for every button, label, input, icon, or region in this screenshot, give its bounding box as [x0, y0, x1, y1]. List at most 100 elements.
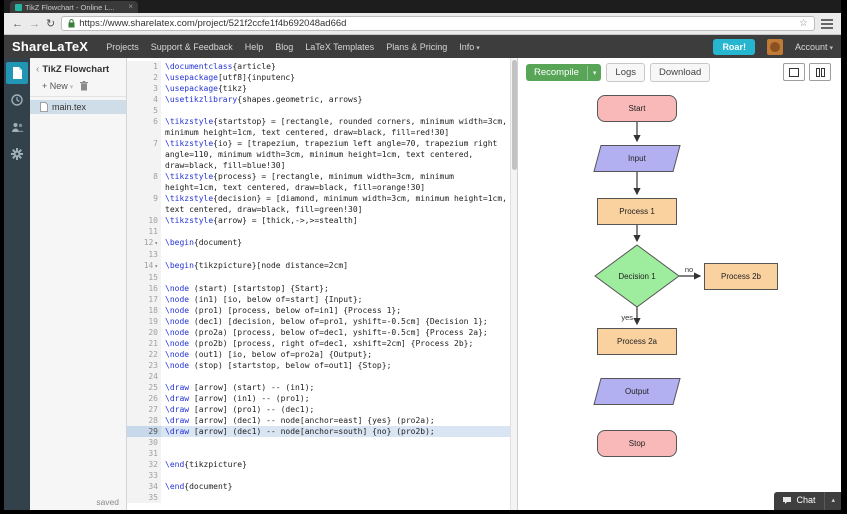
code-line-23[interactable]: 23 \node (stop) [startstop, below of=out1… — [127, 360, 517, 371]
nav-help[interactable]: Help — [245, 42, 264, 52]
recompile-button[interactable]: Recompile ▾ — [526, 64, 602, 81]
code-text: \draw [arrow] (in1) -- (pro1); — [165, 394, 310, 403]
chat-button[interactable]: Chat — [774, 492, 825, 510]
chevron-left-icon[interactable]: ‹ — [36, 64, 39, 75]
browser-window: TikZ Flowchart - Online L... × ← → ↻ htt… — [4, 0, 841, 510]
bookmark-star-icon[interactable]: ☆ — [799, 18, 808, 29]
code-line-3[interactable]: 3 \usepackage{tikz} — [127, 83, 517, 94]
nav-latex-templates[interactable]: LaTeX Templates — [305, 42, 374, 52]
split-view-icon — [815, 67, 820, 77]
file-name: main.tex — [52, 102, 87, 112]
sidebar-item-collaborators[interactable] — [6, 116, 28, 138]
code-line-13[interactable]: 13 — [127, 249, 517, 260]
code-line-4[interactable]: 4 \usetikzlibrary{shapes.geometric, arrow… — [127, 94, 517, 105]
code-line-8[interactable]: 8 \tikzstyle{process} = [rectangle, minim… — [127, 171, 517, 193]
code-line-5[interactable]: 5 — [127, 105, 517, 116]
forward-icon[interactable]: → — [29, 18, 40, 30]
code-line-7[interactable]: 7 \tikzstyle{io} = [trapezium, trapezium … — [127, 138, 517, 171]
code-line-1[interactable]: 1 \documentclass{article} — [127, 61, 517, 72]
chevron-down-icon: ▾ — [476, 44, 480, 52]
nav-plans-pricing[interactable]: Plans & Pricing — [386, 42, 447, 52]
tab-close-icon[interactable]: × — [128, 3, 133, 11]
edge-label-yes: yes — [621, 313, 633, 322]
code-line-28[interactable]: 28 \draw [arrow] (dec1) -- node[anchor=ea… — [127, 415, 517, 426]
url-bar[interactable]: https://www.sharelatex.com/project/521f2… — [61, 16, 815, 31]
download-button[interactable]: Download — [650, 63, 711, 82]
code-line-21[interactable]: 21 \node (pro2b) [process, right of=dec1,… — [127, 338, 517, 349]
code-line-33[interactable]: 33 — [127, 470, 517, 481]
account-menu[interactable]: Account ▾ — [795, 42, 833, 52]
browser-menu-icon[interactable] — [821, 22, 833, 25]
line-number: 20 — [127, 327, 161, 338]
new-file-button[interactable]: + New ▾ — [42, 81, 73, 91]
sidebar-item-settings[interactable] — [6, 143, 28, 165]
roar-button[interactable]: Roar! — [713, 38, 755, 55]
flowchart-node-process2b: Process 2b — [704, 263, 778, 290]
code-line-26[interactable]: 26 \draw [arrow] (in1) -- (pro1); — [127, 393, 517, 404]
code-line-10[interactable]: 10 \tikzstyle{arrow} = [thick,->,>=stealt… — [127, 215, 517, 226]
full-view-button[interactable] — [783, 63, 805, 81]
trash-icon[interactable] — [80, 81, 89, 91]
chat-collapse-button[interactable]: ▴ — [824, 492, 841, 510]
code-line-9[interactable]: 9 \tikzstyle{decision} = [diamond, minimu… — [127, 193, 517, 215]
file-item-main-tex[interactable]: main.tex — [30, 100, 126, 114]
line-number: 29 — [127, 426, 161, 437]
nav-projects[interactable]: Projects — [106, 42, 139, 52]
nav-info[interactable]: Info ▾ — [459, 42, 480, 52]
code-line-25[interactable]: 25 \draw [arrow] (start) -- (in1); — [127, 382, 517, 393]
code-line-31[interactable]: 31 — [127, 448, 517, 459]
code-text: \node (dec1) [decision, below of=pro1, y… — [165, 317, 488, 326]
editor-scrollbar[interactable] — [510, 58, 517, 510]
code-text: \end{tikzpicture} — [165, 460, 247, 469]
chat-bubble-icon — [783, 496, 792, 504]
code-line-30[interactable]: 30 — [127, 437, 517, 448]
nav-support-feedback[interactable]: Support & Feedback — [151, 42, 233, 52]
code-line-19[interactable]: 19 \node (dec1) [decision, below of=pro1,… — [127, 316, 517, 327]
line-number: 10 — [127, 215, 161, 226]
code-line-22[interactable]: 22 \node (out1) [io, below of=pro2a] {Out… — [127, 349, 517, 360]
code-text: \node (pro2b) [process, right of=dec1, x… — [165, 339, 474, 348]
brand-logo[interactable]: ShareLaTeX — [12, 39, 88, 54]
code-line-20[interactable]: 20 \node (pro2a) [process, below of=dec1,… — [127, 327, 517, 338]
sidebar-item-files[interactable] — [6, 62, 28, 84]
code-line-14[interactable]: 14▾ \begin{tikzpicture}[node distance=2cm… — [127, 260, 517, 272]
code-line-32[interactable]: 32 \end{tikzpicture} — [127, 459, 517, 470]
code-line-18[interactable]: 18 \node (pro1) [process, below of=in1] {… — [127, 305, 517, 316]
recompile-dropdown-icon[interactable]: ▾ — [586, 65, 602, 80]
code-line-16[interactable]: 16 \node (start) [startstop] {Start}; — [127, 283, 517, 294]
app-navbar: ShareLaTeX Projects Support & Feedback H… — [4, 35, 841, 58]
sidebar-item-history[interactable] — [6, 89, 28, 111]
line-number: 21 — [127, 338, 161, 349]
refresh-icon[interactable]: ↻ — [46, 18, 55, 30]
line-number: 17 — [127, 294, 161, 305]
code-line-29[interactable]: 29 \draw [arrow] (dec1) -- node[anchor=so… — [127, 426, 517, 437]
document-icon — [12, 67, 22, 79]
code-text: \node (in1) [io, below of=start] {Input}… — [165, 295, 363, 304]
logs-button[interactable]: Logs — [606, 63, 646, 82]
avatar[interactable] — [766, 38, 783, 55]
code-line-11[interactable]: 11 — [127, 226, 517, 237]
line-number: 2 — [127, 72, 161, 83]
nav-blog[interactable]: Blog — [275, 42, 293, 52]
flowchart-node-process2a: Process 2a — [597, 328, 677, 355]
code-line-6[interactable]: 6 \tikzstyle{startstop} = [rectangle, rou… — [127, 116, 517, 138]
browser-tabstrip: TikZ Flowchart - Online L... × — [4, 0, 841, 13]
code-line-35[interactable]: 35 — [127, 492, 517, 503]
code-text: \node (start) [startstop] {Start}; — [165, 284, 329, 293]
code-line-12[interactable]: 12▾ \begin{document} — [127, 237, 517, 249]
code-text: \draw [arrow] (dec1) -- node[anchor=sout… — [165, 427, 435, 436]
code-line-15[interactable]: 15 — [127, 272, 517, 283]
code-text: \node (stop) [startstop, below of=out1] … — [165, 361, 392, 370]
https-lock-icon — [68, 19, 75, 28]
code-line-2[interactable]: 2 \usepackage[utf8]{inputenc} — [127, 72, 517, 83]
code-line-17[interactable]: 17 \node (in1) [io, below of=start] {Inpu… — [127, 294, 517, 305]
code-line-27[interactable]: 27 \draw [arrow] (pro1) -- (dec1); — [127, 404, 517, 415]
code-line-34[interactable]: 34 \end{document} — [127, 481, 517, 492]
code-editor[interactable]: 1 \documentclass{article} 2 \usepackage[utf… — [127, 58, 517, 510]
code-line-24[interactable]: 24 — [127, 371, 517, 382]
browser-tab[interactable]: TikZ Flowchart - Online L... × — [10, 1, 138, 13]
split-view-button[interactable] — [809, 63, 831, 81]
icon-rail — [4, 58, 30, 510]
back-icon[interactable]: ← — [12, 18, 23, 30]
